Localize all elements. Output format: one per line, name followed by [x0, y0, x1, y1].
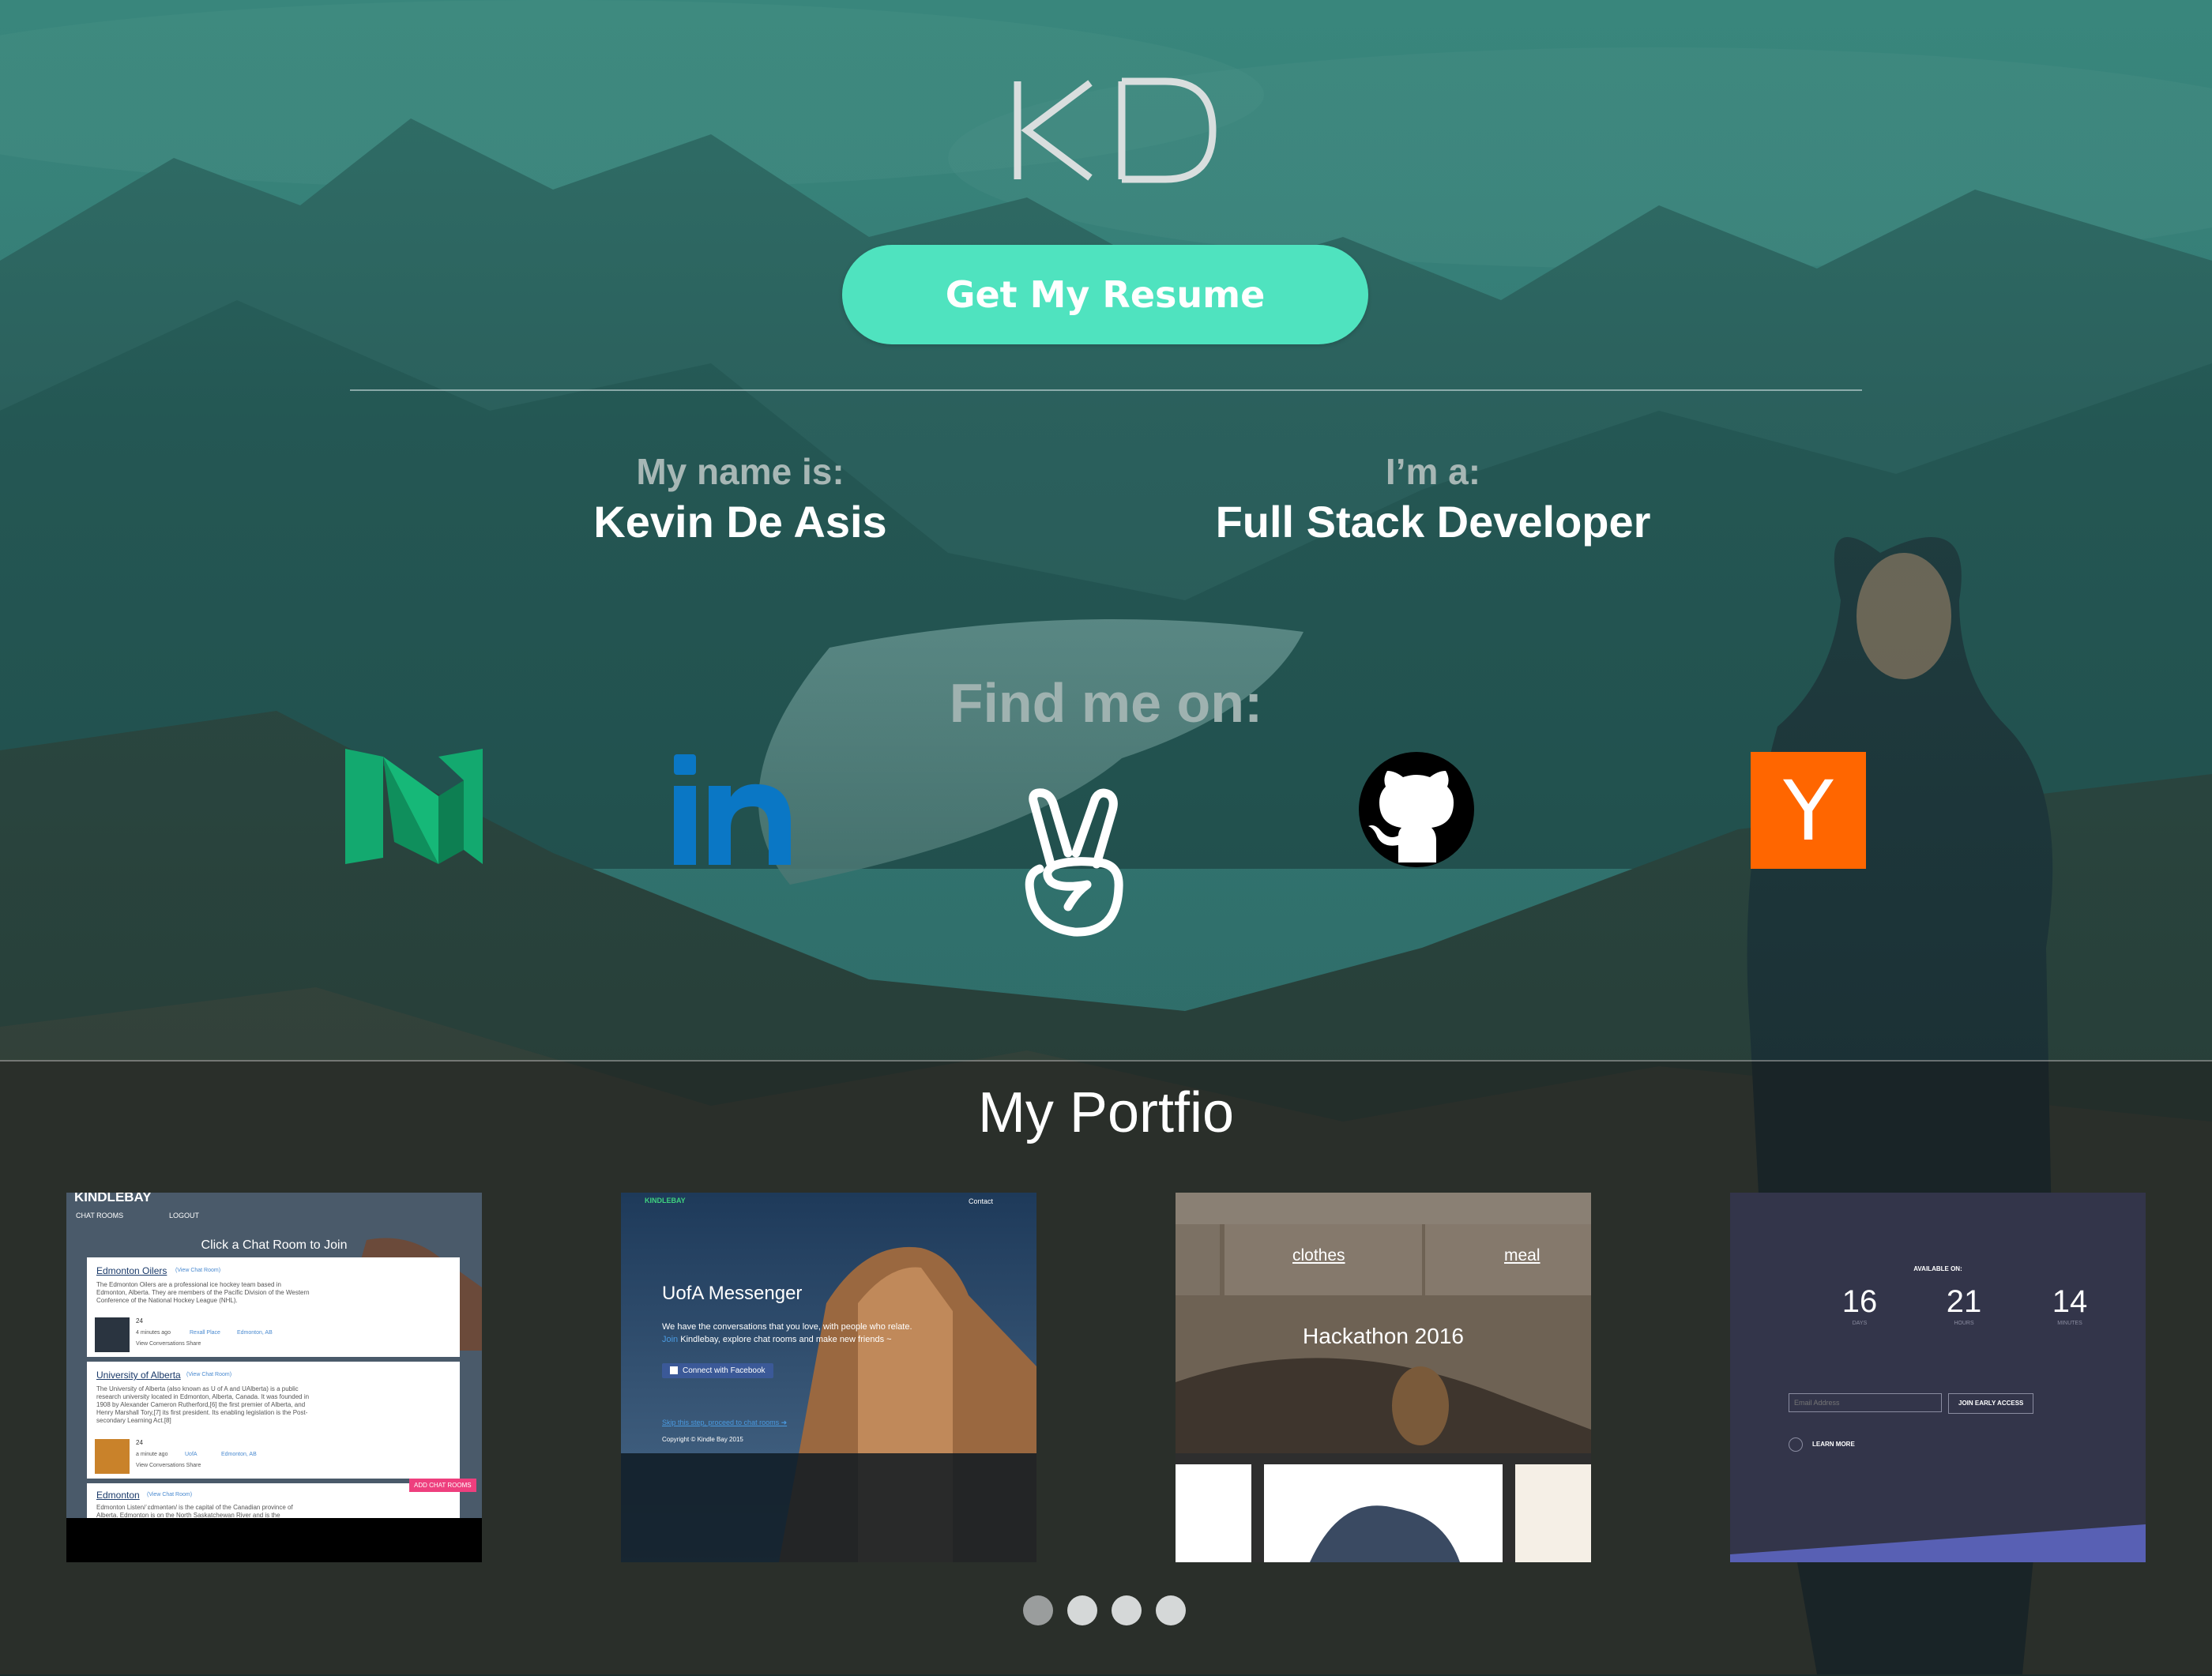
carousel-pagination: [1023, 1595, 1186, 1625]
learn-more-link[interactable]: LEARN MORE: [1812, 1441, 1855, 1448]
card3-title: Hackathon 2016: [1303, 1324, 1464, 1348]
linkedin-link[interactable]: [674, 754, 791, 866]
kd-logo: [1014, 77, 1217, 183]
portfolio-card-hackathon[interactable]: clothes meal Hackathon 2016: [1176, 1193, 1591, 1562]
card2-nav-contact: Contact: [969, 1197, 994, 1205]
room-description: The University of Alberta (also known as…: [96, 1385, 310, 1424]
angellist-link[interactable]: [1019, 787, 1127, 938]
countdown-days: 16: [1841, 1284, 1878, 1319]
room-time: 4 minutes ago: [136, 1330, 171, 1336]
card1-nav-chat-rooms: CHAT ROOMS: [76, 1212, 124, 1219]
linkedin-icon: [674, 754, 791, 865]
room-title: Edmonton: [96, 1490, 140, 1501]
github-link[interactable]: [1357, 752, 1476, 867]
angellist-icon: [1025, 788, 1123, 937]
room-link: (View Chat Room): [147, 1492, 193, 1498]
email-input[interactable]: [1789, 1393, 1942, 1412]
github-icon: [1359, 752, 1474, 867]
card4-background: [1730, 1193, 2146, 1562]
room-count: 24: [136, 1317, 143, 1325]
portfolio-card-countdown[interactable]: AVAILABLE ON: 16 DAYS 21 HOURS 14 MINUTE…: [1730, 1193, 2146, 1562]
carousel-dot-1[interactable]: [1023, 1595, 1053, 1625]
add-chat-rooms-button[interactable]: ADD CHAT ROOMS: [409, 1479, 476, 1492]
tab-clothes[interactable]: clothes: [1292, 1246, 1345, 1265]
room-actions: View Conversations Share: [136, 1341, 201, 1347]
room-thumbnail: [95, 1317, 130, 1352]
portfolio-card-uofa-messenger[interactable]: KINDLEBAY Contact UofA Messenger We have…: [621, 1193, 1036, 1562]
room-link: (View Chat Room): [175, 1268, 221, 1273]
room-place: Rexall Place: [190, 1330, 220, 1336]
countdown-hours: 21: [1946, 1284, 1982, 1319]
countdown-minutes-unit: MINUTES: [2057, 1321, 2082, 1326]
countdown-minutes: 14: [2052, 1284, 2088, 1319]
hacker-news-link[interactable]: Y: [1751, 752, 1866, 869]
room-count: 24: [136, 1439, 143, 1446]
room-time: a minute ago: [136, 1452, 168, 1457]
role-label: I’m a:: [1385, 451, 1481, 492]
medium-icon: [345, 749, 483, 864]
get-resume-button[interactable]: Get My Resume: [842, 245, 1368, 344]
find-me-heading: Find me on:: [949, 672, 1263, 734]
card2-line2: Join Kindlebay, explore chat rooms and m…: [662, 1335, 892, 1344]
card2-line1: We have the conversations that you love,…: [662, 1322, 912, 1332]
room-title: University of Alberta: [96, 1370, 181, 1381]
tab-meal[interactable]: meal: [1504, 1246, 1540, 1265]
join-link[interactable]: Join: [662, 1335, 678, 1344]
room-actions: View Conversations Share: [136, 1463, 201, 1468]
join-early-access-button[interactable]: JOIN EARLY ACCESS: [1948, 1393, 2034, 1414]
facebook-icon: [670, 1366, 678, 1375]
card2-copyright: Copyright © Kindle Bay 2015: [662, 1436, 743, 1443]
carousel-dot-3[interactable]: [1112, 1595, 1142, 1625]
room-description: The Edmonton Oilers are a professional i…: [96, 1281, 310, 1304]
learn-more-icon: [1789, 1437, 1803, 1452]
room-thumbnail: [95, 1439, 130, 1474]
room-city: Edmonton, AB: [237, 1330, 273, 1336]
card1-room-2: University of Alberta (View Chat Room) T…: [87, 1362, 460, 1479]
card1-nav-logout: LOGOUT: [169, 1212, 200, 1219]
header-divider: [350, 389, 1862, 391]
card1-room-1: Edmonton Oilers (View Chat Room) The Edm…: [87, 1257, 460, 1357]
hacker-news-glyph: Y: [1783, 763, 1834, 859]
room-place: UofA: [185, 1452, 198, 1457]
card2-title: UofA Messenger: [662, 1283, 803, 1304]
connect-facebook-button[interactable]: Connect with Facebook: [662, 1363, 773, 1378]
carousel-dot-4[interactable]: [1156, 1595, 1186, 1625]
card1-heading: Click a Chat Room to Join: [201, 1238, 348, 1252]
room-city: Edmonton, AB: [221, 1452, 257, 1457]
card1-brand: KINDLEBAY: [74, 1193, 152, 1204]
name-value: Kevin De Asis: [593, 497, 887, 547]
countdown-days-unit: DAYS: [1852, 1321, 1868, 1326]
card2-brand: KINDLEBAY: [645, 1197, 686, 1204]
available-label: AVAILABLE ON:: [1913, 1265, 1962, 1272]
portfolio-card-kindlebay[interactable]: KINDLEBAY CHAT ROOMS LOGOUT Click a Chat…: [66, 1193, 482, 1562]
carousel-dot-2[interactable]: [1067, 1595, 1097, 1625]
room-link: (View Chat Room): [186, 1372, 232, 1377]
room-description: Edmonton Listen/ˈɛdməntən/ is the capita…: [96, 1504, 293, 1518]
skip-link[interactable]: Skip this step, proceed to chat rooms ➜: [662, 1419, 787, 1427]
card1-room-3: Edmonton (View Chat Room) Edmonton Liste…: [87, 1483, 460, 1518]
role-value: Full Stack Developer: [1215, 497, 1651, 547]
portfolio-title: My Portfio: [977, 1081, 1235, 1144]
countdown-hours-unit: HOURS: [1954, 1321, 1974, 1326]
name-label: My name is:: [636, 451, 845, 492]
medium-link[interactable]: [345, 749, 483, 864]
room-title: Edmonton Oilers: [96, 1265, 167, 1276]
